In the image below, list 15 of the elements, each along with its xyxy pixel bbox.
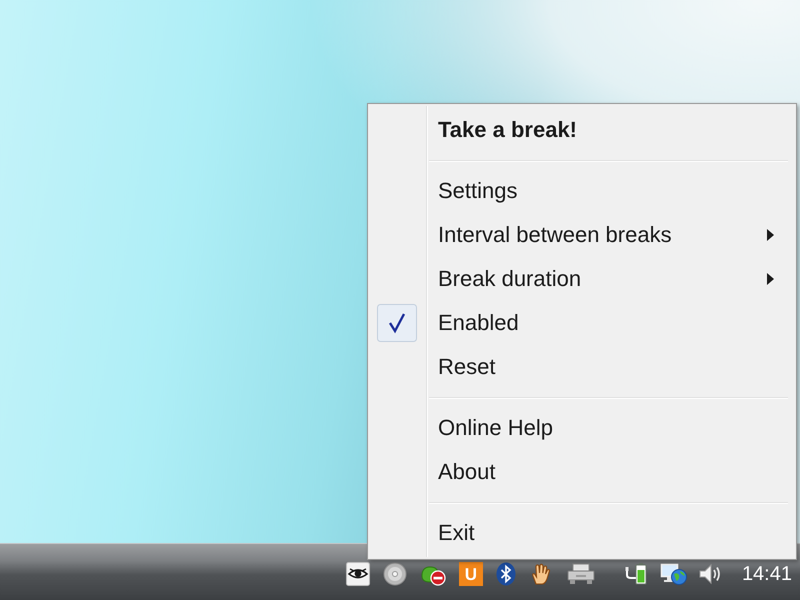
menu-item[interactable]: Interval between breaks <box>368 213 796 257</box>
menu-item[interactable]: Take a break! <box>368 108 796 152</box>
menu-item[interactable]: About <box>368 450 796 494</box>
menu-item[interactable]: Exit <box>368 511 796 555</box>
menu-item[interactable]: Settings <box>368 169 796 213</box>
eye-icon[interactable] <box>346 562 370 586</box>
menu-item[interactable]: Reset <box>368 345 796 389</box>
disc-icon[interactable] <box>382 562 407 586</box>
menu-item[interactable]: Break duration <box>368 257 796 301</box>
menu-item[interactable]: Online Help <box>368 406 796 450</box>
menu-item[interactable]: Enabled <box>368 301 796 345</box>
clock[interactable]: 14:41 <box>742 564 792 584</box>
network-icon[interactable] <box>660 562 688 586</box>
printer-icon[interactable] <box>566 562 596 586</box>
bluetooth-icon[interactable] <box>496 562 516 586</box>
